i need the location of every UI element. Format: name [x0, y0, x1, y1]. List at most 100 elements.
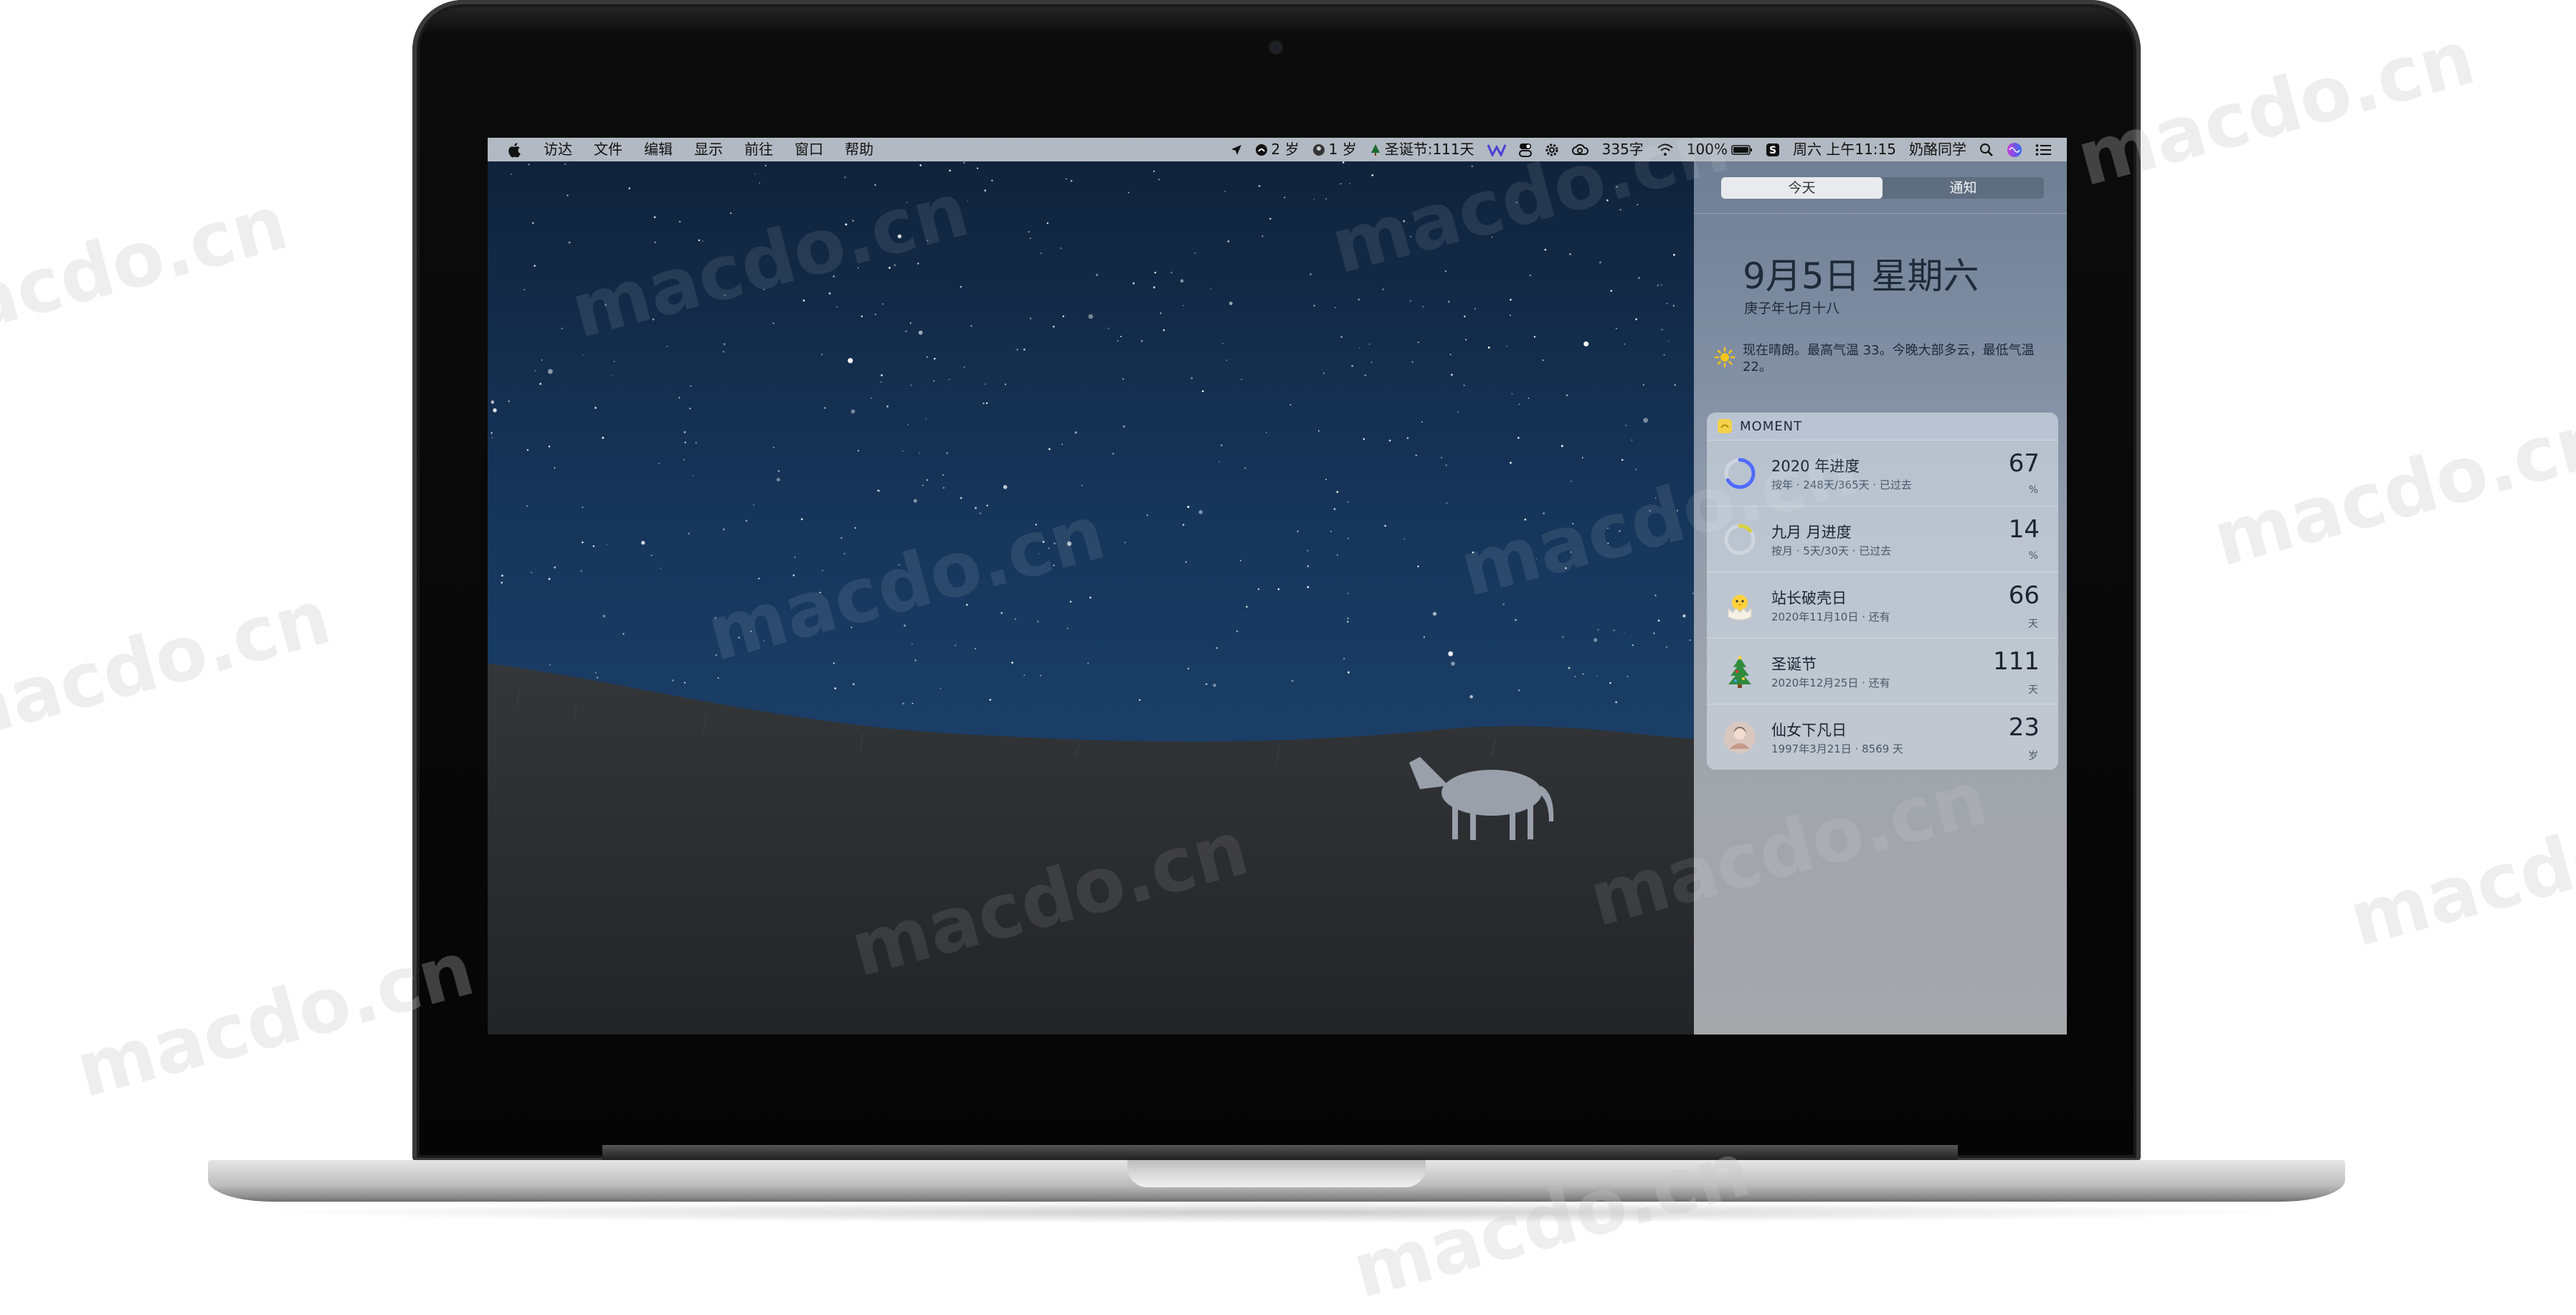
location-arrow-icon[interactable] — [1231, 138, 1242, 161]
s-app-icon[interactable]: S — [1766, 138, 1780, 161]
star — [1028, 231, 1030, 233]
star — [658, 463, 660, 464]
notification-center-icon[interactable] — [2035, 138, 2051, 161]
menu-window[interactable]: 窗口 — [795, 138, 823, 161]
moment-unit: % — [2028, 550, 2038, 562]
star — [845, 223, 848, 226]
star — [1417, 341, 1419, 344]
menu-view[interactable]: 显示 — [694, 138, 723, 161]
menubar-user[interactable]: 奶酪同学 — [1909, 138, 1966, 161]
star — [919, 164, 922, 166]
star — [1661, 329, 1663, 331]
star — [1014, 618, 1016, 620]
star — [821, 570, 824, 572]
star — [955, 644, 957, 646]
star — [1291, 679, 1294, 682]
moment-row-fairy[interactable]: 仙女下凡日 1997年3月21日 · 8569 天 23 岁 — [1707, 704, 2058, 770]
menubar-clock[interactable]: 周六 上午11:15 — [1793, 138, 1896, 161]
star — [1635, 318, 1638, 321]
star — [554, 467, 556, 469]
apple-menu-icon[interactable] — [508, 138, 522, 161]
moment-subtitle: 2020年12月25日 · 还有 — [1771, 677, 1890, 689]
star — [698, 239, 701, 242]
star — [1170, 271, 1173, 274]
star — [1246, 605, 1248, 608]
star — [1561, 445, 1563, 448]
star — [1325, 479, 1327, 481]
menu-help[interactable]: 帮助 — [845, 138, 873, 161]
star — [1471, 165, 1474, 168]
star — [909, 322, 911, 324]
menu-go[interactable]: 前往 — [744, 138, 773, 161]
star — [1624, 343, 1626, 345]
search-icon[interactable] — [1979, 138, 1994, 161]
star — [684, 441, 686, 443]
moment-row-year[interactable]: 2020 年进度 按年 · 248天/365天 · 已过去 67 % — [1707, 440, 2058, 506]
star — [1619, 529, 1621, 532]
moment-row-month[interactable]: 九月 月进度 按月 · 5天/30天 · 已过去 14 % — [1707, 506, 2058, 572]
star — [854, 527, 856, 529]
siri-icon[interactable] — [2007, 138, 2022, 161]
star — [628, 187, 630, 189]
star — [1030, 237, 1031, 239]
star — [906, 202, 908, 204]
menu-file[interactable]: 文件 — [594, 138, 622, 161]
star — [1583, 341, 1589, 347]
star — [1226, 359, 1228, 362]
star — [592, 545, 595, 547]
star — [980, 512, 981, 514]
menu-edit[interactable]: 编辑 — [644, 138, 673, 161]
moment-unit: 天 — [2028, 618, 2038, 630]
moment-row-christmas[interactable]: 圣诞节 2020年12月25日 · 还有 111 天 — [1707, 638, 2058, 704]
moment-row-birthday[interactable]: 站长破壳日 2020年11月10日 · 还有 66 天 — [1707, 572, 2058, 638]
star — [1349, 183, 1351, 184]
w-app-icon[interactable] — [1487, 138, 1506, 161]
battery-status[interactable]: 100% — [1687, 138, 1753, 161]
gear-icon[interactable] — [1545, 138, 1559, 161]
moment-value: 23 — [2008, 713, 2040, 742]
star — [758, 578, 760, 580]
star — [922, 484, 924, 486]
star — [1596, 675, 1598, 677]
star — [1190, 377, 1193, 380]
toggle-app-icon[interactable] — [1518, 138, 1532, 161]
star — [1524, 518, 1527, 521]
creative-cloud-icon[interactable] — [1571, 138, 1589, 161]
star — [689, 407, 691, 410]
age-widget-a[interactable]: 2 岁 — [1255, 138, 1299, 161]
star — [1634, 468, 1637, 471]
tabs-divider — [1694, 213, 2067, 214]
moment-value: 111 — [1993, 647, 2040, 676]
moment-title: 九月 月进度 — [1771, 524, 1852, 541]
star — [1236, 630, 1239, 633]
wifi-icon[interactable] — [1657, 138, 1674, 161]
star — [1257, 588, 1260, 590]
star — [1582, 673, 1584, 675]
christmas-countdown[interactable]: 圣诞节:111天 — [1370, 138, 1474, 161]
star — [1432, 612, 1437, 616]
star — [843, 552, 846, 555]
star — [1607, 542, 1609, 545]
star — [564, 163, 567, 166]
star — [794, 556, 796, 558]
star — [1069, 600, 1072, 603]
star — [1016, 349, 1018, 351]
menu-finder[interactable]: 访达 — [544, 138, 572, 161]
star — [1517, 436, 1520, 439]
star — [1667, 341, 1670, 342]
star — [501, 574, 503, 577]
star — [1048, 547, 1050, 550]
star — [1653, 632, 1655, 634]
age-widget-b[interactable]: 1 岁 — [1312, 138, 1357, 161]
word-count-text[interactable]: 335字 — [1602, 138, 1644, 161]
star — [730, 212, 731, 215]
star — [1417, 565, 1419, 567]
star — [1535, 558, 1538, 560]
tab-today[interactable]: 今天 — [1721, 177, 1883, 199]
star — [722, 528, 725, 531]
star — [1371, 174, 1374, 176]
star — [1005, 383, 1006, 385]
star — [602, 614, 606, 618]
lunar-date: 庚子年七月十八 — [1744, 301, 1840, 316]
tab-notifications[interactable]: 通知 — [1883, 177, 2044, 199]
